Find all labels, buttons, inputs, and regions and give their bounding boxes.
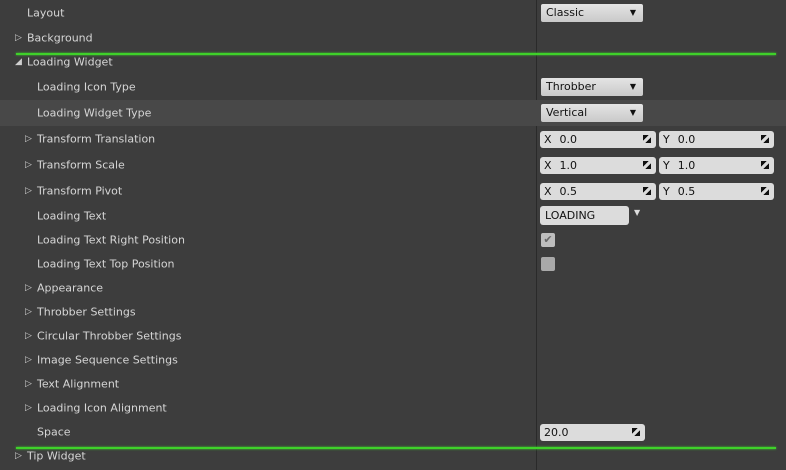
property-label: Loading Text Right Position — [37, 233, 185, 247]
row-loading-icon-alignment[interactable]: ▷ Loading Icon Alignment — [0, 396, 786, 420]
expand-arrow-icon[interactable]: ▷ — [25, 379, 32, 389]
row-appearance[interactable]: ▷ Appearance — [0, 276, 786, 300]
row-loading-widget[interactable]: ◢ Loading Widget — [0, 50, 786, 74]
axis-label: Y — [663, 159, 670, 172]
expand-arrow-icon[interactable]: ▷ — [25, 283, 32, 293]
drag-handle-icon[interactable] — [761, 135, 769, 143]
row-loading-text: Loading Text LOADING ▼ — [0, 204, 786, 228]
drag-handle-icon[interactable] — [643, 161, 651, 169]
row-layout: Layout Classic ▼ — [0, 1, 786, 25]
drag-handle-icon[interactable] — [761, 187, 769, 195]
property-label: Loading Text — [37, 209, 107, 223]
category-label: Loading Widget — [27, 55, 113, 69]
drag-handle-icon[interactable] — [761, 161, 769, 169]
property-label: Space — [37, 425, 71, 439]
loading-icon-type-dropdown[interactable]: Throbber ▼ — [541, 78, 643, 96]
loading-text-right-checkbox[interactable]: ✔ — [541, 233, 555, 247]
row-image-sequence-settings[interactable]: ▷ Image Sequence Settings — [0, 348, 786, 372]
category-label: Circular Throbber Settings — [37, 329, 182, 343]
drag-handle-icon[interactable] — [632, 428, 640, 436]
chevron-down-icon: ▼ — [629, 8, 636, 17]
expand-arrow-icon[interactable]: ▷ — [25, 331, 32, 341]
expand-arrow-icon[interactable]: ▷ — [25, 134, 32, 144]
expand-arrow-icon[interactable]: ▷ — [25, 403, 32, 413]
category-label: Image Sequence Settings — [37, 353, 178, 367]
pivot-y-field[interactable]: Y 0.5 — [659, 183, 774, 200]
dropdown-value: Vertical — [546, 106, 588, 119]
row-loading-text-top: Loading Text Top Position — [0, 252, 786, 276]
property-label: Loading Icon Type — [37, 80, 136, 94]
property-label: Transform Pivot — [37, 184, 123, 198]
field-value: 0.0 — [677, 133, 696, 146]
axis-label: X — [544, 133, 552, 146]
dropdown-value: Throbber — [546, 80, 596, 93]
drag-handle-icon[interactable] — [643, 187, 651, 195]
field-value: 0.5 — [559, 185, 578, 198]
scale-x-field[interactable]: X 1.0 — [540, 157, 656, 174]
expand-arrow-icon[interactable]: ▷ — [25, 160, 32, 170]
field-value: 20.0 — [544, 426, 569, 439]
scale-y-field[interactable]: Y 1.0 — [659, 157, 774, 174]
field-value: 1.0 — [677, 159, 696, 172]
category-label: Tip Widget — [27, 449, 86, 463]
row-tip-widget[interactable]: ▷ Tip Widget — [0, 444, 786, 468]
row-loading-text-right: Loading Text Right Position ✔ — [0, 228, 786, 252]
row-transform-scale: ▷ Transform Scale X 1.0 Y 1.0 — [0, 153, 786, 177]
loading-text-input[interactable]: LOADING — [540, 206, 629, 225]
translation-y-field[interactable]: Y 0.0 — [659, 131, 774, 148]
row-throbber-settings[interactable]: ▷ Throbber Settings — [0, 300, 786, 324]
expand-arrow-icon[interactable]: ▷ — [25, 307, 32, 317]
row-text-alignment[interactable]: ▷ Text Alignment — [0, 372, 786, 396]
row-transform-pivot: ▷ Transform Pivot X 0.5 Y 0.5 — [0, 179, 786, 203]
space-field[interactable]: 20.0 — [540, 424, 645, 441]
category-label: Text Alignment — [37, 377, 120, 391]
row-transform-translation: ▷ Transform Translation X 0.0 Y 0.0 — [0, 127, 786, 151]
axis-label: X — [544, 185, 552, 198]
axis-label: Y — [663, 133, 670, 146]
axis-label: X — [544, 159, 552, 172]
category-label: Loading Icon Alignment — [37, 401, 167, 415]
expand-arrow-icon[interactable]: ▷ — [15, 451, 22, 461]
category-label: Background — [27, 31, 93, 45]
loading-widget-type-dropdown[interactable]: Vertical ▼ — [541, 104, 643, 122]
translation-x-field[interactable]: X 0.0 — [540, 131, 656, 148]
row-loading-icon-type: Loading Icon Type Throbber ▼ — [0, 75, 786, 99]
chevron-down-icon: ▼ — [629, 82, 636, 91]
property-label: Transform Scale — [37, 158, 125, 172]
property-label: Loading Widget Type — [37, 106, 152, 120]
drag-handle-icon[interactable] — [643, 135, 651, 143]
row-space: Space 20.0 — [0, 420, 786, 444]
collapse-arrow-icon[interactable]: ◢ — [15, 57, 22, 67]
field-value: 1.0 — [559, 159, 578, 172]
expand-arrow-icon[interactable]: ▷ — [15, 33, 22, 43]
row-loading-widget-type: Loading Widget Type Vertical ▼ — [0, 100, 786, 126]
dropdown-value: Classic — [546, 6, 585, 19]
property-label: Transform Translation — [37, 132, 156, 146]
row-background[interactable]: ▷ Background — [0, 26, 786, 50]
expand-arrow-icon[interactable]: ▷ — [25, 186, 32, 196]
layout-dropdown[interactable]: Classic ▼ — [541, 4, 643, 22]
axis-label: Y — [663, 185, 670, 198]
row-circular-throbber-settings[interactable]: ▷ Circular Throbber Settings — [0, 324, 786, 348]
category-label: Throbber Settings — [37, 305, 136, 319]
pivot-x-field[interactable]: X 0.5 — [540, 183, 656, 200]
loading-text-top-checkbox[interactable] — [541, 257, 555, 271]
expand-arrow-icon[interactable]: ▷ — [25, 355, 32, 365]
field-value: 0.0 — [559, 133, 578, 146]
chevron-down-icon: ▼ — [629, 108, 636, 117]
property-label: Loading Text Top Position — [37, 257, 175, 271]
chevron-down-icon[interactable]: ▼ — [634, 208, 640, 217]
category-label: Appearance — [37, 281, 104, 295]
field-value: 0.5 — [677, 185, 696, 198]
property-label: Layout — [27, 6, 65, 20]
